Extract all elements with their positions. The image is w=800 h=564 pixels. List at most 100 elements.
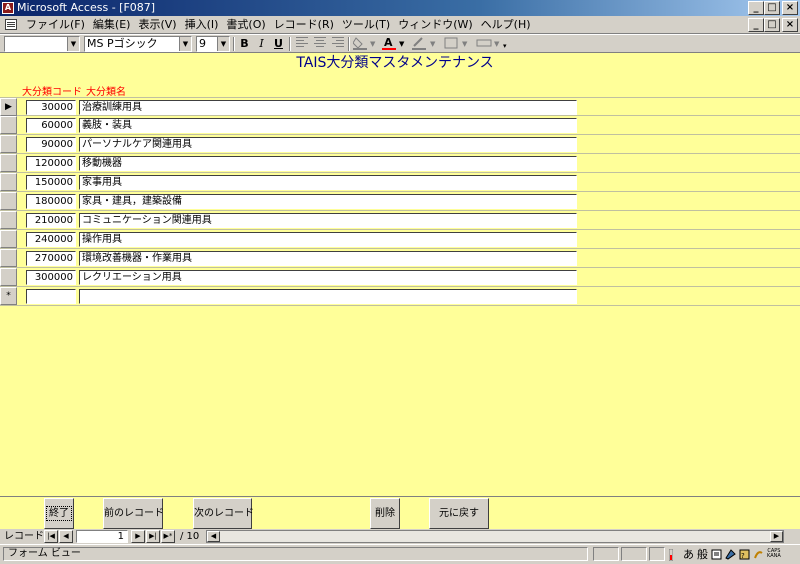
scroll-left-icon[interactable]: ◀ — [207, 531, 220, 542]
name-field[interactable]: 家事用具 — [79, 175, 577, 190]
fill-color-icon[interactable]: ▼ — [352, 36, 378, 52]
align-left-icon[interactable] — [293, 36, 310, 52]
last-record-button[interactable]: ▶| — [146, 530, 160, 543]
italic-button[interactable]: I — [253, 36, 270, 52]
prev-nav-button[interactable]: ◀ — [59, 530, 73, 543]
close-form-button[interactable]: 終了 — [44, 498, 74, 529]
horizontal-scrollbar[interactable]: ◀ ▶ — [206, 530, 784, 543]
font-name-combo[interactable]: MS Pゴシック ▼ — [84, 36, 192, 52]
next-nav-button[interactable]: ▶ — [131, 530, 145, 543]
align-right-icon[interactable] — [329, 36, 346, 52]
delete-button[interactable]: 削除 — [370, 498, 400, 529]
special-effect-icon[interactable]: ▼ ▾ — [475, 36, 511, 52]
record-row: 210000 コミュニケーション関連用具 — [0, 211, 800, 230]
align-center-icon[interactable] — [311, 36, 328, 52]
code-field[interactable]: 150000 — [26, 175, 76, 190]
menu-tools[interactable]: ツール(T) — [338, 18, 394, 32]
prev-record-button[interactable]: 前のレコード — [103, 498, 164, 529]
code-field[interactable]: 270000 — [26, 251, 76, 266]
record-selector[interactable] — [0, 249, 17, 267]
record-selector[interactable] — [0, 268, 17, 286]
svg-text:▼: ▼ — [370, 40, 376, 48]
bold-button[interactable]: B — [236, 36, 253, 52]
formatting-toolbar: ▼ MS Pゴシック ▼ 9 ▼ B I U ▼ A ▼ ▼ ▼ ▼ ▾ — [0, 34, 800, 52]
close-window-button[interactable]: × — [782, 1, 798, 15]
new-record-selector[interactable]: * — [0, 287, 17, 305]
new-name-field[interactable] — [79, 289, 577, 304]
name-field[interactable]: 移動機器 — [79, 156, 577, 171]
menu-edit[interactable]: 編集(E) — [89, 18, 135, 32]
ime-tool-icon[interactable] — [725, 548, 736, 560]
ime-dictionary-icon[interactable]: ? — [739, 549, 750, 560]
name-field[interactable]: パーソナルケア関連用具 — [79, 137, 577, 152]
first-record-button[interactable]: |◀ — [44, 530, 58, 543]
code-field[interactable]: 210000 — [26, 213, 76, 228]
code-field[interactable]: 30000 — [26, 100, 76, 115]
record-total: / 10 — [180, 531, 200, 542]
record-selector[interactable] — [0, 116, 17, 134]
record-row: 300000 レクリエーション用具 — [0, 268, 800, 287]
mdi-controls: _ □ × — [748, 18, 798, 32]
chevron-down-icon[interactable]: ▼ — [179, 37, 191, 51]
ime-mode[interactable]: あ — [683, 546, 694, 562]
form-doc-icon[interactable] — [5, 19, 17, 30]
close-form-button-label: 終了 — [46, 506, 72, 521]
ime-handle-icon[interactable] — [668, 548, 680, 561]
status-panel — [649, 547, 665, 561]
border-width-icon[interactable]: ▼ — [443, 36, 471, 52]
name-field[interactable]: 義肢・装具 — [79, 118, 577, 133]
record-selector[interactable] — [0, 230, 17, 248]
font-size-combo[interactable]: 9 ▼ — [196, 36, 230, 52]
name-field[interactable]: 家具・建具，建築設備 — [79, 194, 577, 209]
current-record-input[interactable]: 1 — [76, 530, 128, 543]
next-record-button[interactable]: 次のレコード — [193, 498, 254, 529]
record-selector[interactable] — [0, 211, 17, 229]
menu-view[interactable]: 表示(V) — [134, 18, 180, 32]
name-field[interactable]: レクリエーション用具 — [79, 270, 577, 285]
menu-format[interactable]: 書式(O) — [222, 18, 269, 32]
toolbar-separator — [289, 37, 291, 51]
name-field[interactable]: コミュニケーション関連用具 — [79, 213, 577, 228]
maximize-button[interactable]: □ — [764, 1, 780, 15]
menu-insert[interactable]: 挿入(I) — [181, 18, 223, 32]
name-field[interactable]: 操作用具 — [79, 232, 577, 247]
mdi-restore-button[interactable]: □ — [764, 18, 780, 32]
code-field[interactable]: 60000 — [26, 118, 76, 133]
font-color-icon[interactable]: A ▼ — [381, 36, 407, 52]
new-code-field[interactable] — [26, 289, 76, 304]
mdi-close-button[interactable]: × — [782, 18, 798, 32]
menu-window[interactable]: ウィンドウ(W) — [394, 18, 476, 32]
record-selector[interactable]: ▶ — [0, 98, 17, 116]
status-bar: フォーム ビュー あ 般 ? CAPS KANA — [0, 544, 800, 562]
ime-conversion[interactable]: 般 — [697, 546, 708, 562]
name-field[interactable]: 環境改善機器・作業用具 — [79, 251, 577, 266]
menu-help[interactable]: ヘルプ(H) — [477, 18, 535, 32]
ime-pad-icon[interactable] — [711, 549, 722, 560]
mdi-minimize-button[interactable]: _ — [748, 18, 764, 32]
name-field[interactable]: 治療訓練用具 — [79, 100, 577, 115]
underline-button[interactable]: U — [270, 36, 287, 52]
chevron-down-icon[interactable]: ▼ — [217, 37, 229, 51]
code-field[interactable]: 180000 — [26, 194, 76, 209]
code-field[interactable]: 120000 — [26, 156, 76, 171]
scroll-right-icon[interactable]: ▶ — [770, 531, 783, 542]
record-selector[interactable] — [0, 154, 17, 172]
record-selector[interactable] — [0, 173, 17, 191]
code-field[interactable]: 90000 — [26, 137, 76, 152]
record-selector[interactable] — [0, 192, 17, 210]
code-field[interactable]: 300000 — [26, 270, 76, 285]
new-record-button[interactable]: ▶* — [161, 530, 175, 543]
menu-file[interactable]: ファイル(F) — [22, 18, 89, 32]
minimize-button[interactable]: _ — [748, 1, 764, 15]
status-panel — [621, 547, 647, 561]
access-app-icon[interactable]: A — [2, 2, 14, 14]
menu-records[interactable]: レコード(R) — [270, 18, 338, 32]
ime-help-icon[interactable] — [753, 549, 764, 560]
undo-button[interactable]: 元に戻す — [429, 498, 489, 529]
code-field[interactable]: 240000 — [26, 232, 76, 247]
record-selector[interactable] — [0, 135, 17, 153]
object-combo[interactable]: ▼ — [4, 36, 80, 52]
title-bar: A Microsoft Access - [F087] _ □ × — [0, 0, 800, 16]
chevron-down-icon[interactable]: ▼ — [67, 37, 79, 51]
line-color-icon[interactable]: ▼ — [411, 36, 439, 52]
